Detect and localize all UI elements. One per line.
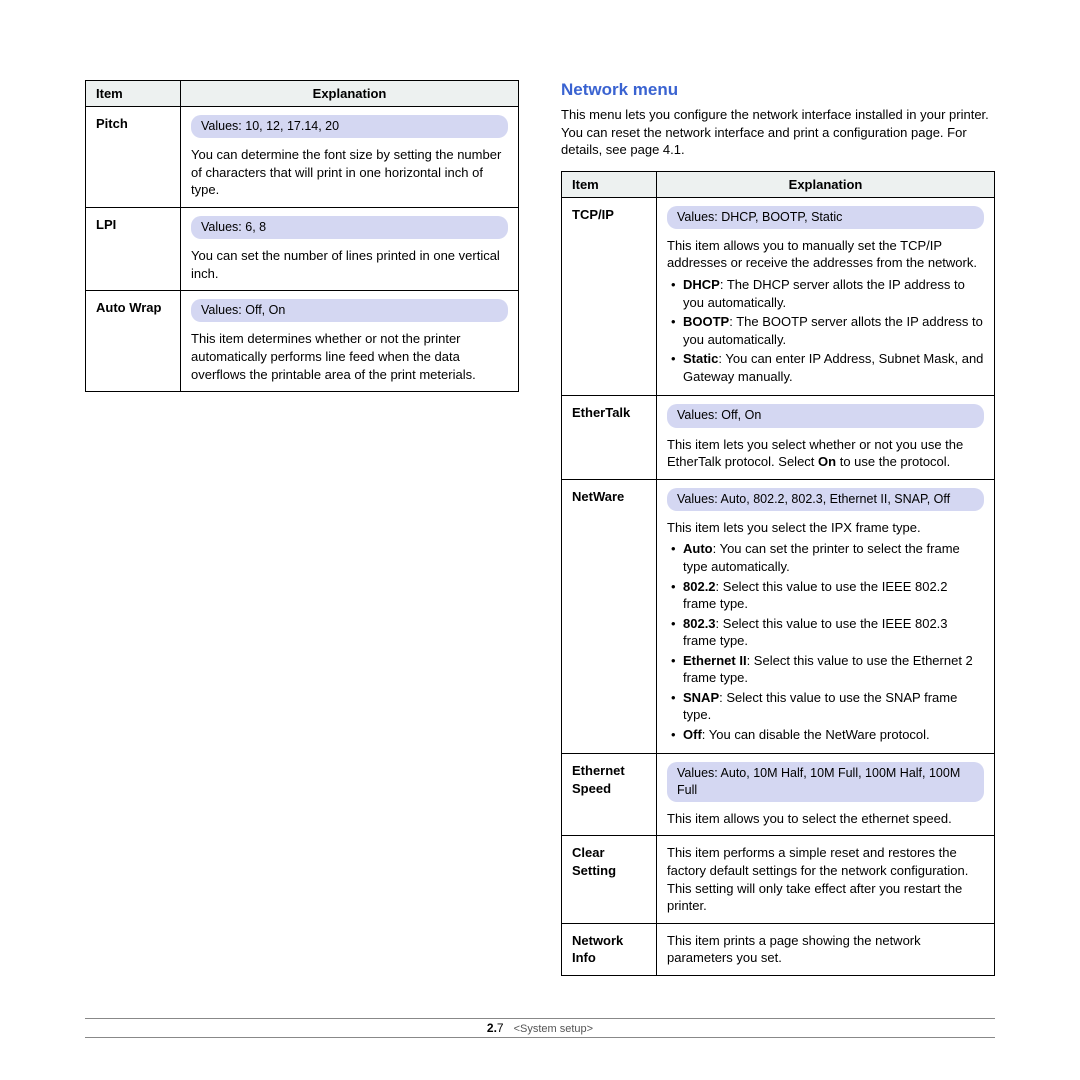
header-item: Item	[86, 81, 181, 107]
values-pill: Values: DHCP, BOOTP, Static	[667, 206, 984, 229]
item-name: EtherTalk	[562, 396, 657, 479]
list-item: DHCP: The DHCP server allots the IP addr…	[671, 276, 984, 311]
table-header-row: Item Explanation	[86, 81, 519, 107]
values-pill: Values: 10, 12, 17.14, 20	[191, 115, 508, 138]
values-pill: Values: Off, On	[667, 404, 984, 427]
item-desc: This item allows you to select the ether…	[667, 811, 952, 826]
list-item: Off: You can disable the NetWare protoco…	[671, 726, 984, 744]
item-explanation: Values: Auto, 802.2, 802.3, Ethernet II,…	[657, 479, 995, 754]
item-name: Pitch	[86, 107, 181, 208]
item-explanation: Values: Auto, 10M Half, 10M Full, 100M H…	[657, 754, 995, 836]
item-desc: This item lets you select the IPX frame …	[667, 519, 984, 537]
footer-label: <System setup>	[514, 1023, 594, 1035]
item-explanation: Values: Off, On This item lets you selec…	[657, 396, 995, 479]
page-footer: 2.7 <System setup>	[85, 1018, 995, 1038]
item-explanation: Values: 10, 12, 17.14, 20 You can determ…	[181, 107, 519, 208]
bullet-list: DHCP: The DHCP server allots the IP addr…	[667, 276, 984, 385]
bullet-list: Auto: You can set the printer to select …	[667, 540, 984, 743]
right-column: Network menu This menu lets you configur…	[561, 80, 995, 976]
page-number: 7	[497, 1021, 504, 1035]
values-pill: Values: Off, On	[191, 299, 508, 322]
table-row: NetWare Values: Auto, 802.2, 802.3, Ethe…	[562, 479, 995, 754]
values-pill: Values: 6, 8	[191, 216, 508, 239]
section-intro: This menu lets you configure the network…	[561, 106, 995, 159]
list-item: BOOTP: The BOOTP server allots the IP ad…	[671, 313, 984, 348]
list-item: SNAP: Select this value to use the SNAP …	[671, 689, 984, 724]
item-desc-bold: On	[818, 454, 836, 469]
left-table: Item Explanation Pitch Values: 10, 12, 1…	[85, 80, 519, 392]
item-name: NetWare	[562, 479, 657, 754]
table-row: Network Info This item prints a page sho…	[562, 923, 995, 975]
item-explanation: This item performs a simple reset and re…	[657, 836, 995, 923]
table-row: Clear Setting This item performs a simpl…	[562, 836, 995, 923]
item-desc: This item performs a simple reset and re…	[667, 845, 968, 913]
item-explanation: Values: 6, 8 You can set the number of l…	[181, 207, 519, 290]
section-title: Network menu	[561, 80, 995, 100]
list-item: Static: You can enter IP Address, Subnet…	[671, 350, 984, 385]
item-name: TCP/IP	[562, 197, 657, 396]
item-name: Network Info	[562, 923, 657, 975]
item-name: LPI	[86, 207, 181, 290]
item-desc: You can determine the font size by setti…	[191, 147, 501, 197]
header-explanation: Explanation	[657, 171, 995, 197]
table-header-row: Item Explanation	[562, 171, 995, 197]
item-desc: This item prints a page showing the netw…	[667, 933, 921, 966]
table-row: Pitch Values: 10, 12, 17.14, 20 You can …	[86, 107, 519, 208]
header-item: Item	[562, 171, 657, 197]
table-row: EtherTalk Values: Off, On This item lets…	[562, 396, 995, 479]
item-name: Ethernet Speed	[562, 754, 657, 836]
header-explanation: Explanation	[181, 81, 519, 107]
values-pill: Values: Auto, 802.2, 802.3, Ethernet II,…	[667, 488, 984, 511]
list-item: Ethernet II: Select this value to use th…	[671, 652, 984, 687]
item-desc-post: to use the protocol.	[836, 454, 950, 469]
values-pill: Values: Auto, 10M Half, 10M Full, 100M H…	[667, 762, 984, 802]
table-row: Auto Wrap Values: Off, On This item dete…	[86, 291, 519, 392]
list-item: 802.3: Select this value to use the IEEE…	[671, 615, 984, 650]
list-item: Auto: You can set the printer to select …	[671, 540, 984, 575]
page-content: Item Explanation Pitch Values: 10, 12, 1…	[85, 80, 995, 976]
table-row: Ethernet Speed Values: Auto, 10M Half, 1…	[562, 754, 995, 836]
item-name: Clear Setting	[562, 836, 657, 923]
item-desc: This item allows you to manually set the…	[667, 237, 984, 272]
item-desc: You can set the number of lines printed …	[191, 248, 500, 281]
table-row: LPI Values: 6, 8 You can set the number …	[86, 207, 519, 290]
item-desc: This item determines whether or not the …	[191, 331, 476, 381]
left-column: Item Explanation Pitch Values: 10, 12, 1…	[85, 80, 519, 976]
item-name: Auto Wrap	[86, 291, 181, 392]
page-number-section: 2.	[487, 1021, 497, 1035]
item-explanation: Values: Off, On This item determines whe…	[181, 291, 519, 392]
item-explanation: Values: DHCP, BOOTP, Static This item al…	[657, 197, 995, 396]
right-table: Item Explanation TCP/IP Values: DHCP, BO…	[561, 171, 995, 976]
table-row: TCP/IP Values: DHCP, BOOTP, Static This …	[562, 197, 995, 396]
list-item: 802.2: Select this value to use the IEEE…	[671, 578, 984, 613]
item-explanation: This item prints a page showing the netw…	[657, 923, 995, 975]
